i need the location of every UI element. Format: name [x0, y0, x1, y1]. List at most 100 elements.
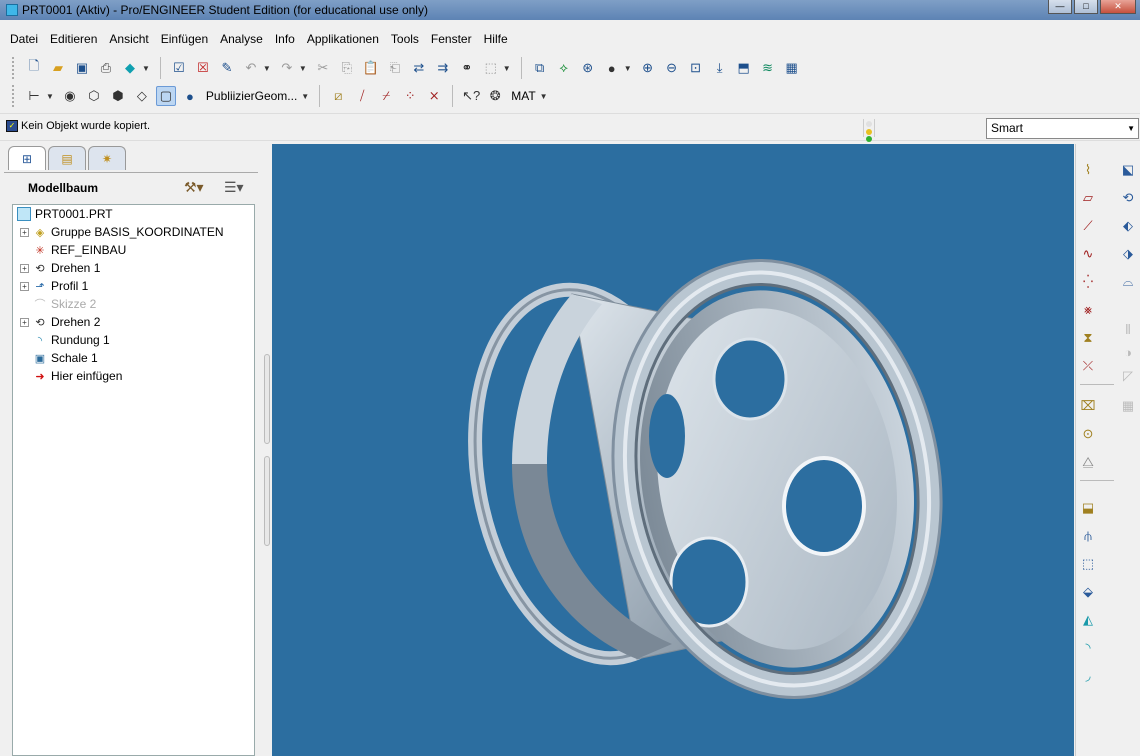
expand-icon[interactable]: + [20, 317, 29, 327]
expand-icon[interactable]: + [20, 281, 29, 291]
tree-item-drehen-1[interactable]: + ⟲ Drehen 1 [13, 259, 254, 277]
publish-geometry-icon[interactable]: ● [180, 86, 200, 106]
datum-display-icon[interactable]: ⟡ [554, 58, 574, 78]
publish-geometry-label[interactable]: PubliizierGeom... [206, 89, 297, 103]
wheel-rim-model[interactable] [272, 144, 1074, 756]
minimize-button[interactable]: — [1048, 0, 1072, 14]
chevron-down-icon[interactable]: ▼ [1127, 124, 1135, 133]
maximize-button[interactable]: □ [1074, 0, 1098, 14]
tree-item-gruppe-basis[interactable]: + ◈ Gruppe BASIS_KOORDINATEN [13, 223, 254, 241]
menu-info[interactable]: Info [270, 32, 301, 46]
view-manager-icon[interactable]: ▦ [782, 58, 802, 78]
eye-icon[interactable]: ◉ [60, 86, 80, 106]
tab-favorites[interactable]: ✷ [88, 146, 126, 170]
hole-icon[interactable]: ⌧ [1078, 396, 1098, 416]
tree-columns-icon[interactable]: ☰▾ [224, 179, 244, 196]
csys-tool-icon[interactable]: ⨳ [1078, 300, 1098, 320]
datum-points-icon[interactable]: ⁘ [400, 86, 420, 106]
find-icon[interactable]: ⚭ [457, 58, 477, 78]
zoom-out-icon[interactable]: ⊖ [662, 58, 682, 78]
datum-plane-tool-icon[interactable]: ▱ [1078, 188, 1098, 208]
material-label[interactable]: MAT [511, 89, 535, 103]
zoom-in-icon[interactable]: ⊕ [638, 58, 658, 78]
tree-item-root[interactable]: PRT0001.PRT [13, 205, 254, 223]
menu-hilfe[interactable]: Hilfe [479, 32, 514, 46]
graphics-window[interactable] [272, 144, 1074, 756]
menu-einfuegen[interactable]: Einfügen [156, 32, 214, 46]
zoom-fit-icon[interactable]: ⊡ [686, 58, 706, 78]
pattern-icon[interactable]: ▦ [1118, 396, 1138, 416]
menu-analyse[interactable]: Analyse [215, 32, 269, 46]
trim-icon[interactable]: ◸ [1118, 366, 1138, 386]
extrude-icon[interactable]: ⬕ [1118, 160, 1138, 180]
refit-view-icon[interactable]: ⧉ [530, 58, 550, 78]
graph-icon[interactable]: ⤫ [1078, 356, 1098, 376]
copy-icon[interactable]: ⎘ [337, 58, 357, 78]
hidden-line-icon[interactable]: ⬢ [108, 86, 128, 106]
close-button[interactable]: ✕ [1100, 0, 1136, 14]
sketch-tool-icon[interactable]: ⌇ [1078, 160, 1098, 180]
thicken-icon[interactable]: ◭ [1078, 610, 1098, 630]
send-dropdown-icon[interactable]: ▼ [142, 64, 150, 73]
rib-icon[interactable]: ⫛ [1078, 526, 1098, 546]
shading-icon[interactable]: ● [602, 58, 622, 78]
sweep-icon[interactable]: ⬖ [1118, 216, 1138, 236]
regenerate-icon[interactable]: ☑ [169, 58, 189, 78]
context-help-icon[interactable]: ↖? [461, 86, 481, 106]
paste-icon[interactable]: 📋 [361, 58, 381, 78]
round-tool-icon[interactable]: ⊙ [1078, 424, 1098, 444]
surface-icon[interactable]: ⌓ [1118, 272, 1138, 292]
draft-icon[interactable]: ⬚ [1078, 554, 1098, 574]
spin-center-icon[interactable]: ⊛ [578, 58, 598, 78]
wireframe-icon[interactable]: ⬡ [84, 86, 104, 106]
expand-icon[interactable]: + [20, 227, 29, 237]
tree-item-rundung-1[interactable]: ◝ Rundung 1 [13, 331, 254, 349]
menu-datei[interactable]: Datei [5, 32, 44, 46]
tree-item-hier-einfuegen[interactable]: ➜ Hier einfügen [13, 367, 254, 385]
toolbar-grip-2[interactable] [12, 85, 16, 107]
offset-icon[interactable]: ⬙ [1078, 582, 1098, 602]
layers-icon[interactable]: ≋ [758, 58, 778, 78]
shell-tool-icon[interactable]: ⬓ [1078, 498, 1098, 518]
cut-icon[interactable]: ✂ [313, 58, 333, 78]
print-icon[interactable]: ⎙ [96, 58, 116, 78]
datum-axis-tool-icon[interactable]: ⟋ [1078, 216, 1098, 236]
open-folder-icon[interactable]: ▰ [48, 58, 68, 78]
saved-views-icon[interactable]: ⬒ [734, 58, 754, 78]
material-icon[interactable]: ❂ [485, 86, 505, 106]
datum-curve-tool-icon[interactable]: ∿ [1078, 244, 1098, 264]
edit-definition-icon[interactable]: ✎ [217, 58, 237, 78]
merge-icon[interactable]: ◑ [1118, 342, 1138, 362]
tree-item-profil-1[interactable]: + ⬏ Profil 1 [13, 277, 254, 295]
datum-point-tool-icon[interactable]: ⁛ [1078, 272, 1098, 292]
revolve-tool-icon[interactable]: ⟲ [1118, 188, 1138, 208]
cancel-icon[interactable]: ☒ [193, 58, 213, 78]
menu-fenster[interactable]: Fenster [426, 32, 478, 46]
tree-item-drehen-2[interactable]: + ⟲ Drehen 2 [13, 313, 254, 331]
paste-special-icon[interactable]: ⎗ [385, 58, 405, 78]
menu-applikationen[interactable]: Applikationen [302, 32, 385, 46]
menu-editieren[interactable]: Editieren [45, 32, 103, 46]
selection-filter-select[interactable]: Smart ▼ [986, 118, 1139, 139]
regenerate-part-icon[interactable]: ⇄ [409, 58, 429, 78]
redo-icon[interactable]: ↷ [277, 58, 297, 78]
datum-csys-icon[interactable]: ⨯ [424, 86, 444, 106]
regen-manager-icon[interactable]: ⇉ [433, 58, 453, 78]
blend-icon[interactable]: ⬗ [1118, 244, 1138, 264]
expand-icon[interactable]: + [20, 263, 29, 273]
round-edge-icon[interactable]: ◝ [1078, 638, 1098, 658]
new-file-icon[interactable]: 🗋 [24, 58, 44, 78]
measure-icon[interactable]: ⊢ [24, 86, 44, 106]
datum-curve-icon[interactable]: ⌿ [376, 86, 396, 106]
tree-settings-icon[interactable]: ⚒▾ [184, 179, 204, 196]
datum-axes-icon[interactable]: ⧸ [352, 86, 372, 106]
send-icon[interactable]: ◆ [120, 58, 140, 78]
tree-item-ref-einbau[interactable]: ✳ REF_EINBAU [13, 241, 254, 259]
shaded-view-icon[interactable]: ▢ [155, 86, 176, 106]
toolbar-grip[interactable] [12, 57, 16, 79]
tree-item-skizze-2[interactable]: ⌒ Skizze 2 [13, 295, 254, 313]
chamfer-icon[interactable]: ⧋ [1078, 452, 1098, 472]
reorient-icon[interactable]: ⤓ [710, 58, 730, 78]
undo-icon[interactable]: ↶ [241, 58, 261, 78]
auto-round-icon[interactable]: ◞ [1078, 666, 1098, 686]
